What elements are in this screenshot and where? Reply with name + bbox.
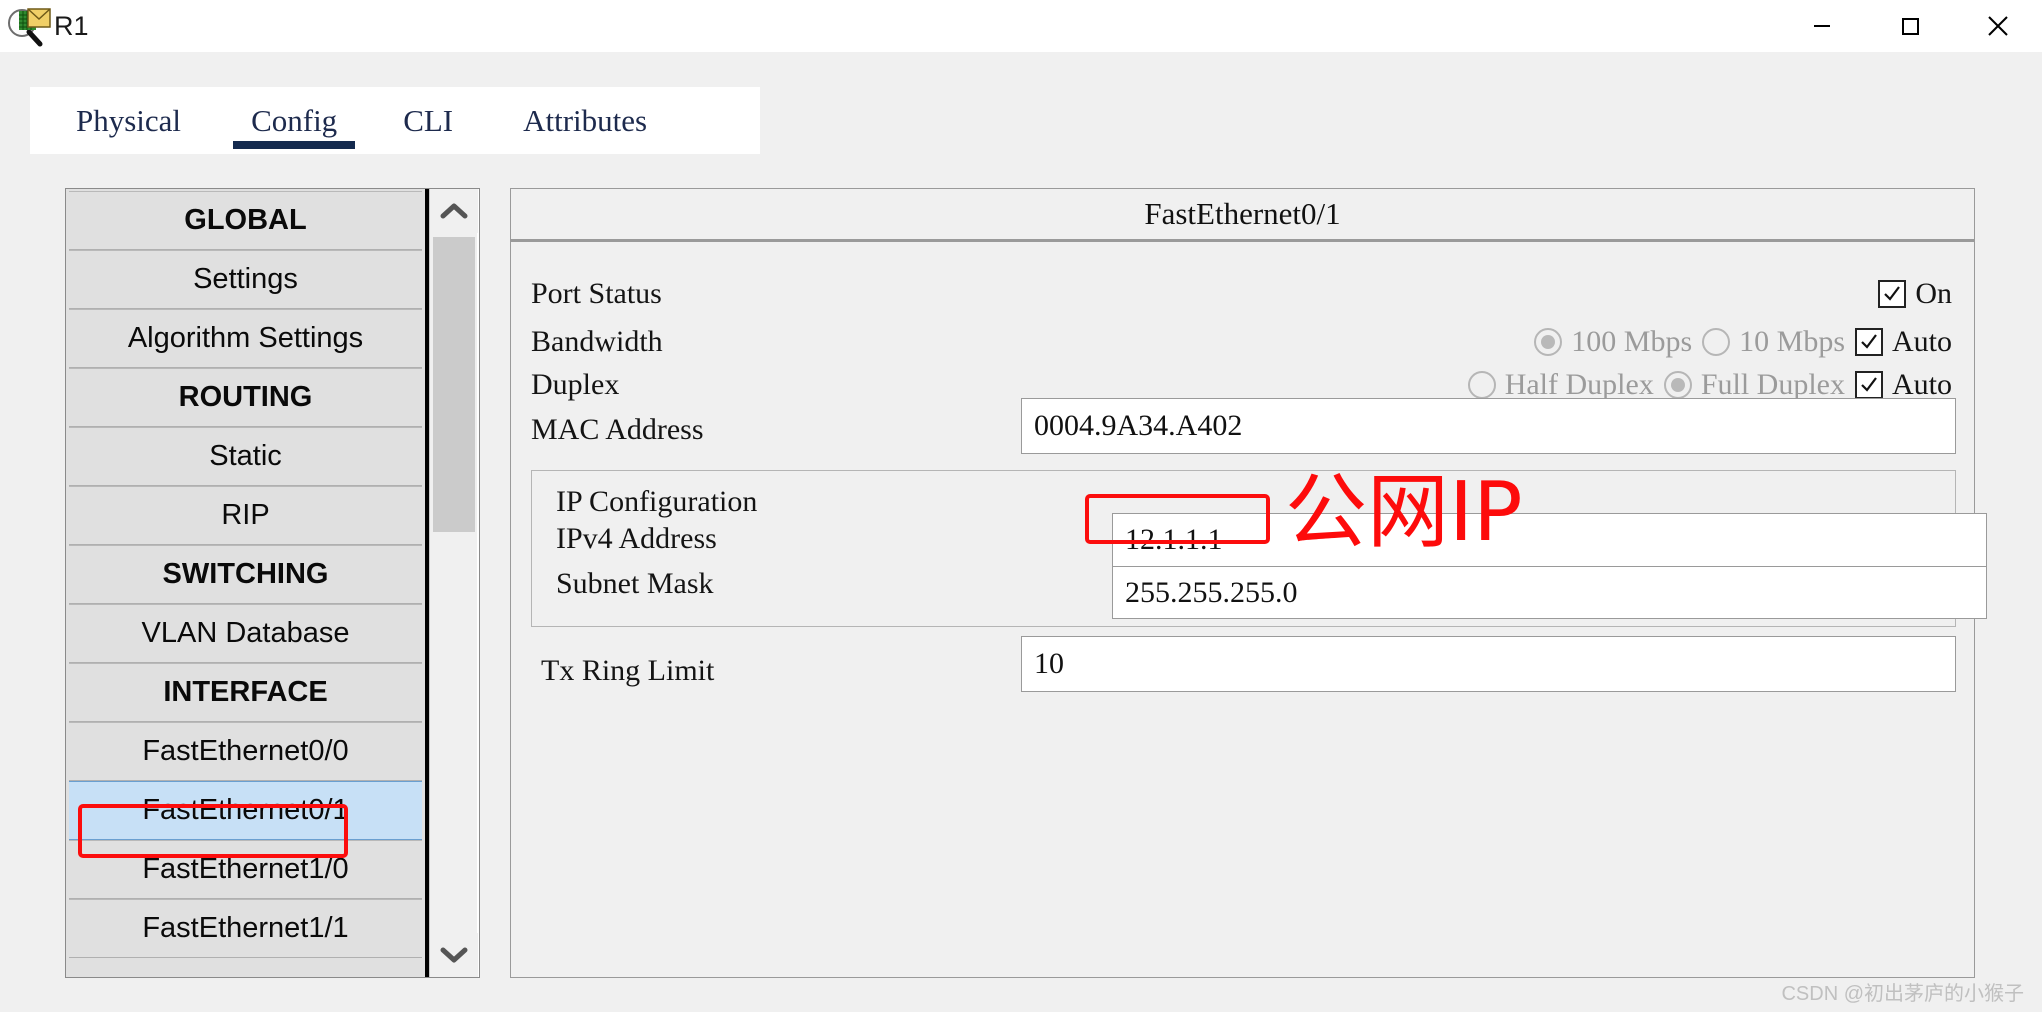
tab-bar: Physical Config CLI Attributes [30, 87, 760, 154]
sidebar-item-label: ROUTING [178, 381, 313, 413]
window-controls [1778, 0, 2042, 52]
bandwidth-radio-10mbps[interactable] [1702, 328, 1731, 356]
duplex-auto-checkbox[interactable] [1855, 371, 1883, 399]
sidebar-scrollbar[interactable] [429, 189, 478, 977]
row-bandwidth: Bandwidth 100 Mbps 10 Mbps Auto [511, 319, 1974, 365]
config-sidebar: GLOBAL Settings Algorithm Settings ROUTI… [65, 188, 480, 978]
sidebar-item-label: FastEthernet0/0 [142, 735, 349, 767]
port-status-on-label: On [1915, 277, 1952, 310]
sidebar-item-static[interactable]: Static [69, 427, 422, 486]
tab-cli[interactable]: CLI [377, 87, 479, 154]
row-port-status: Port Status On [511, 271, 1974, 317]
bandwidth-10mbps-label: 10 Mbps [1739, 325, 1845, 358]
interface-config-panel: FastEthernet0/1 Port Status On Bandwidth… [510, 188, 1987, 978]
tab-label: Attributes [523, 102, 648, 138]
subnet-mask-label: Subnet Mask [556, 567, 714, 600]
bandwidth-controls: 100 Mbps 10 Mbps Auto [1534, 325, 1952, 359]
sidebar-item-vlan-database[interactable]: VLAN Database [69, 604, 422, 663]
tx-ring-limit-field[interactable]: 10 [1021, 636, 1956, 692]
panel-title: FastEthernet0/1 [511, 189, 1974, 242]
duplex-full-label: Full Duplex [1700, 368, 1845, 401]
bandwidth-radio-100mbps[interactable] [1534, 328, 1563, 356]
minimize-button[interactable] [1778, 0, 1866, 52]
sidebar-item-fastethernet1-1[interactable]: FastEthernet1/1 [69, 899, 422, 958]
tab-config[interactable]: Config [225, 87, 363, 154]
sidebar-section-routing: ROUTING [69, 368, 422, 427]
close-button[interactable] [1954, 0, 2042, 52]
sidebar-item-label: FastEthernet1/0 [142, 853, 349, 885]
sidebar-item-rip[interactable]: RIP [69, 486, 422, 545]
annotation-public-ip-text: 公网IP [1285, 465, 1523, 560]
sidebar-item-algorithm-settings[interactable]: Algorithm Settings [69, 309, 422, 368]
sidebar-section-interface: INTERFACE [69, 663, 422, 722]
window-title: R1 [54, 10, 89, 41]
bandwidth-auto-label: Auto [1892, 325, 1952, 358]
mac-address-field[interactable]: 0004.9A34.A402 [1021, 398, 1956, 454]
port-status-checkbox[interactable] [1878, 280, 1907, 308]
sidebar-item-fastethernet1-0[interactable]: FastEthernet1/0 [69, 840, 422, 899]
sidebar-item-settings[interactable]: Settings [69, 250, 422, 309]
scrollbar-thumb[interactable] [433, 237, 475, 532]
mac-address-label: MAC Address [531, 413, 704, 446]
tab-physical[interactable]: Physical [50, 87, 207, 154]
bandwidth-label: Bandwidth [531, 325, 663, 358]
scroll-down-icon[interactable] [430, 933, 478, 977]
tab-label: CLI [403, 102, 454, 138]
subnet-mask-field[interactable]: 255.255.255.0 [1112, 566, 1987, 619]
bandwidth-auto-checkbox[interactable] [1855, 328, 1883, 356]
sidebar-item-fastethernet0-1[interactable]: FastEthernet0/1 [69, 781, 422, 840]
tx-ring-limit-label: Tx Ring Limit [541, 654, 715, 687]
duplex-controls: Half Duplex Full Duplex Auto [1467, 368, 1952, 402]
duplex-radio-half[interactable] [1467, 371, 1496, 399]
inspect-magnifier-icon [6, 4, 52, 48]
sidebar-section-global: GLOBAL [69, 191, 422, 250]
duplex-label: Duplex [531, 368, 620, 401]
tab-underline [233, 141, 356, 149]
tab-label: Physical [76, 102, 182, 138]
ipv4-address-label: IPv4 Address [556, 522, 717, 555]
sidebar-list: GLOBAL Settings Algorithm Settings ROUTI… [66, 189, 429, 977]
sidebar-item-label: FastEthernet0/1 [142, 794, 349, 826]
maximize-button[interactable] [1866, 0, 1954, 52]
duplex-auto-label: Auto [1892, 368, 1952, 401]
sidebar-item-label: FastEthernet1/1 [142, 912, 349, 944]
ipv4-address-field[interactable]: 12.1.1.1 [1112, 513, 1987, 566]
duplex-half-label: Half Duplex [1504, 368, 1654, 401]
bandwidth-100mbps-label: 100 Mbps [1571, 325, 1693, 358]
ip-configuration-group: IP Configuration IPv4 Address Subnet Mas… [531, 470, 1987, 627]
config-content: GLOBAL Settings Algorithm Settings ROUTI… [30, 154, 2012, 1012]
tab-label: Config [251, 102, 338, 138]
port-status-label: Port Status [531, 277, 662, 310]
port-status-control: On [1878, 277, 1952, 311]
sidebar-item-label: Settings [193, 263, 298, 295]
duplex-radio-full[interactable] [1663, 371, 1692, 399]
sidebar-item-label: INTERFACE [163, 676, 328, 708]
sidebar-item-label: VLAN Database [141, 617, 350, 649]
sidebar-section-switching: SWITCHING [69, 545, 422, 604]
ip-configuration-label: IP Configuration [556, 485, 758, 518]
sidebar-item-label: Algorithm Settings [127, 322, 364, 354]
sidebar-item-label: GLOBAL [184, 204, 307, 236]
watermark: CSDN @初出茅庐的小猴子 [1781, 983, 2024, 1005]
sidebar-item-label: SWITCHING [162, 558, 329, 590]
sidebar-item-fastethernet0-0[interactable]: FastEthernet0/0 [69, 722, 422, 781]
tab-attributes[interactable]: Attributes [497, 87, 673, 154]
sidebar-item-label: Static [209, 440, 282, 472]
scroll-up-icon[interactable] [430, 189, 478, 233]
window-titlebar: R1 [0, 0, 2042, 52]
window-body: Physical Config CLI Attributes GLOBAL Se… [0, 52, 2042, 1012]
sidebar-item-label: RIP [221, 499, 270, 531]
